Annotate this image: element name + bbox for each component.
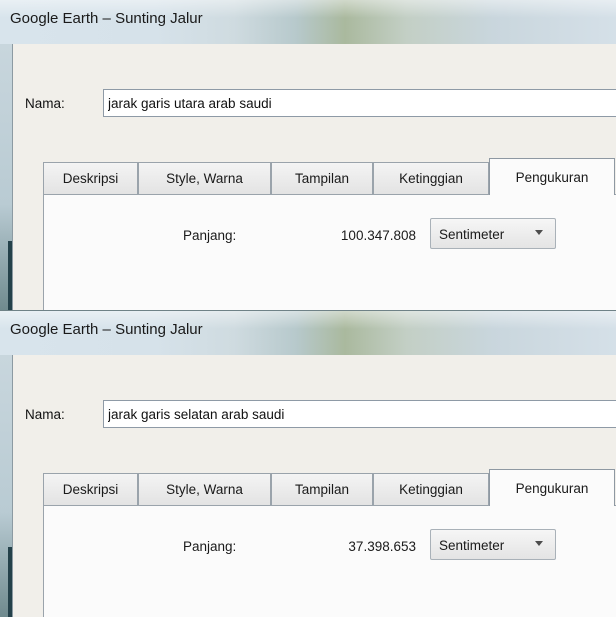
tab-pengukuran[interactable]: Pengukuran xyxy=(489,469,615,506)
unit-dropdown[interactable]: Sentimeter xyxy=(430,218,556,249)
tab-pengukuran[interactable]: Pengukuran xyxy=(489,158,615,195)
dialog-content: Nama: Deskripsi Style, Warna Tampilan Ke… xyxy=(12,355,616,617)
window-frame-left xyxy=(0,44,12,311)
title-bar[interactable]: Google Earth – Sunting Jalur xyxy=(0,311,616,355)
chevron-down-icon xyxy=(535,541,543,546)
name-label: Nama: xyxy=(25,407,65,422)
name-input[interactable] xyxy=(103,400,616,428)
tab-deskripsi[interactable]: Deskripsi xyxy=(43,162,138,194)
name-input[interactable] xyxy=(103,89,616,117)
dialog-content: Nama: Deskripsi Style, Warna Tampilan Ke… xyxy=(12,44,616,311)
tab-ketinggian[interactable]: Ketinggian xyxy=(373,162,489,194)
length-value: 100.347.808 xyxy=(340,228,416,243)
chevron-down-icon xyxy=(535,230,543,235)
tab-tampilan[interactable]: Tampilan xyxy=(271,473,373,505)
tab-style-warna[interactable]: Style, Warna xyxy=(138,162,271,194)
tab-panel-pengukuran xyxy=(43,505,616,617)
edit-path-dialog-north: Google Earth – Sunting Jalur Nama: Deskr… xyxy=(0,0,616,311)
name-label: Nama: xyxy=(25,96,65,111)
tab-panel-pengukuran xyxy=(43,194,616,311)
title-bar[interactable]: Google Earth – Sunting Jalur xyxy=(0,0,616,44)
window-frame-left xyxy=(0,355,12,617)
tab-strip: Deskripsi Style, Warna Tampilan Ketinggi… xyxy=(43,158,616,195)
length-label: Panjang: xyxy=(183,539,237,554)
window-title: Google Earth – Sunting Jalur xyxy=(10,321,203,338)
length-value: 37.398.653 xyxy=(348,539,416,554)
unit-dropdown-value: Sentimeter xyxy=(439,538,505,553)
window-title: Google Earth – Sunting Jalur xyxy=(10,10,203,27)
tab-style-warna[interactable]: Style, Warna xyxy=(138,473,271,505)
tab-strip: Deskripsi Style, Warna Tampilan Ketinggi… xyxy=(43,469,616,506)
tab-deskripsi[interactable]: Deskripsi xyxy=(43,473,138,505)
unit-dropdown-value: Sentimeter xyxy=(439,227,505,242)
tab-tampilan[interactable]: Tampilan xyxy=(271,162,373,194)
length-label: Panjang: xyxy=(183,228,237,243)
tab-ketinggian[interactable]: Ketinggian xyxy=(373,473,489,505)
unit-dropdown[interactable]: Sentimeter xyxy=(430,529,556,560)
edit-path-dialog-south: Google Earth – Sunting Jalur Nama: Deskr… xyxy=(0,311,616,617)
